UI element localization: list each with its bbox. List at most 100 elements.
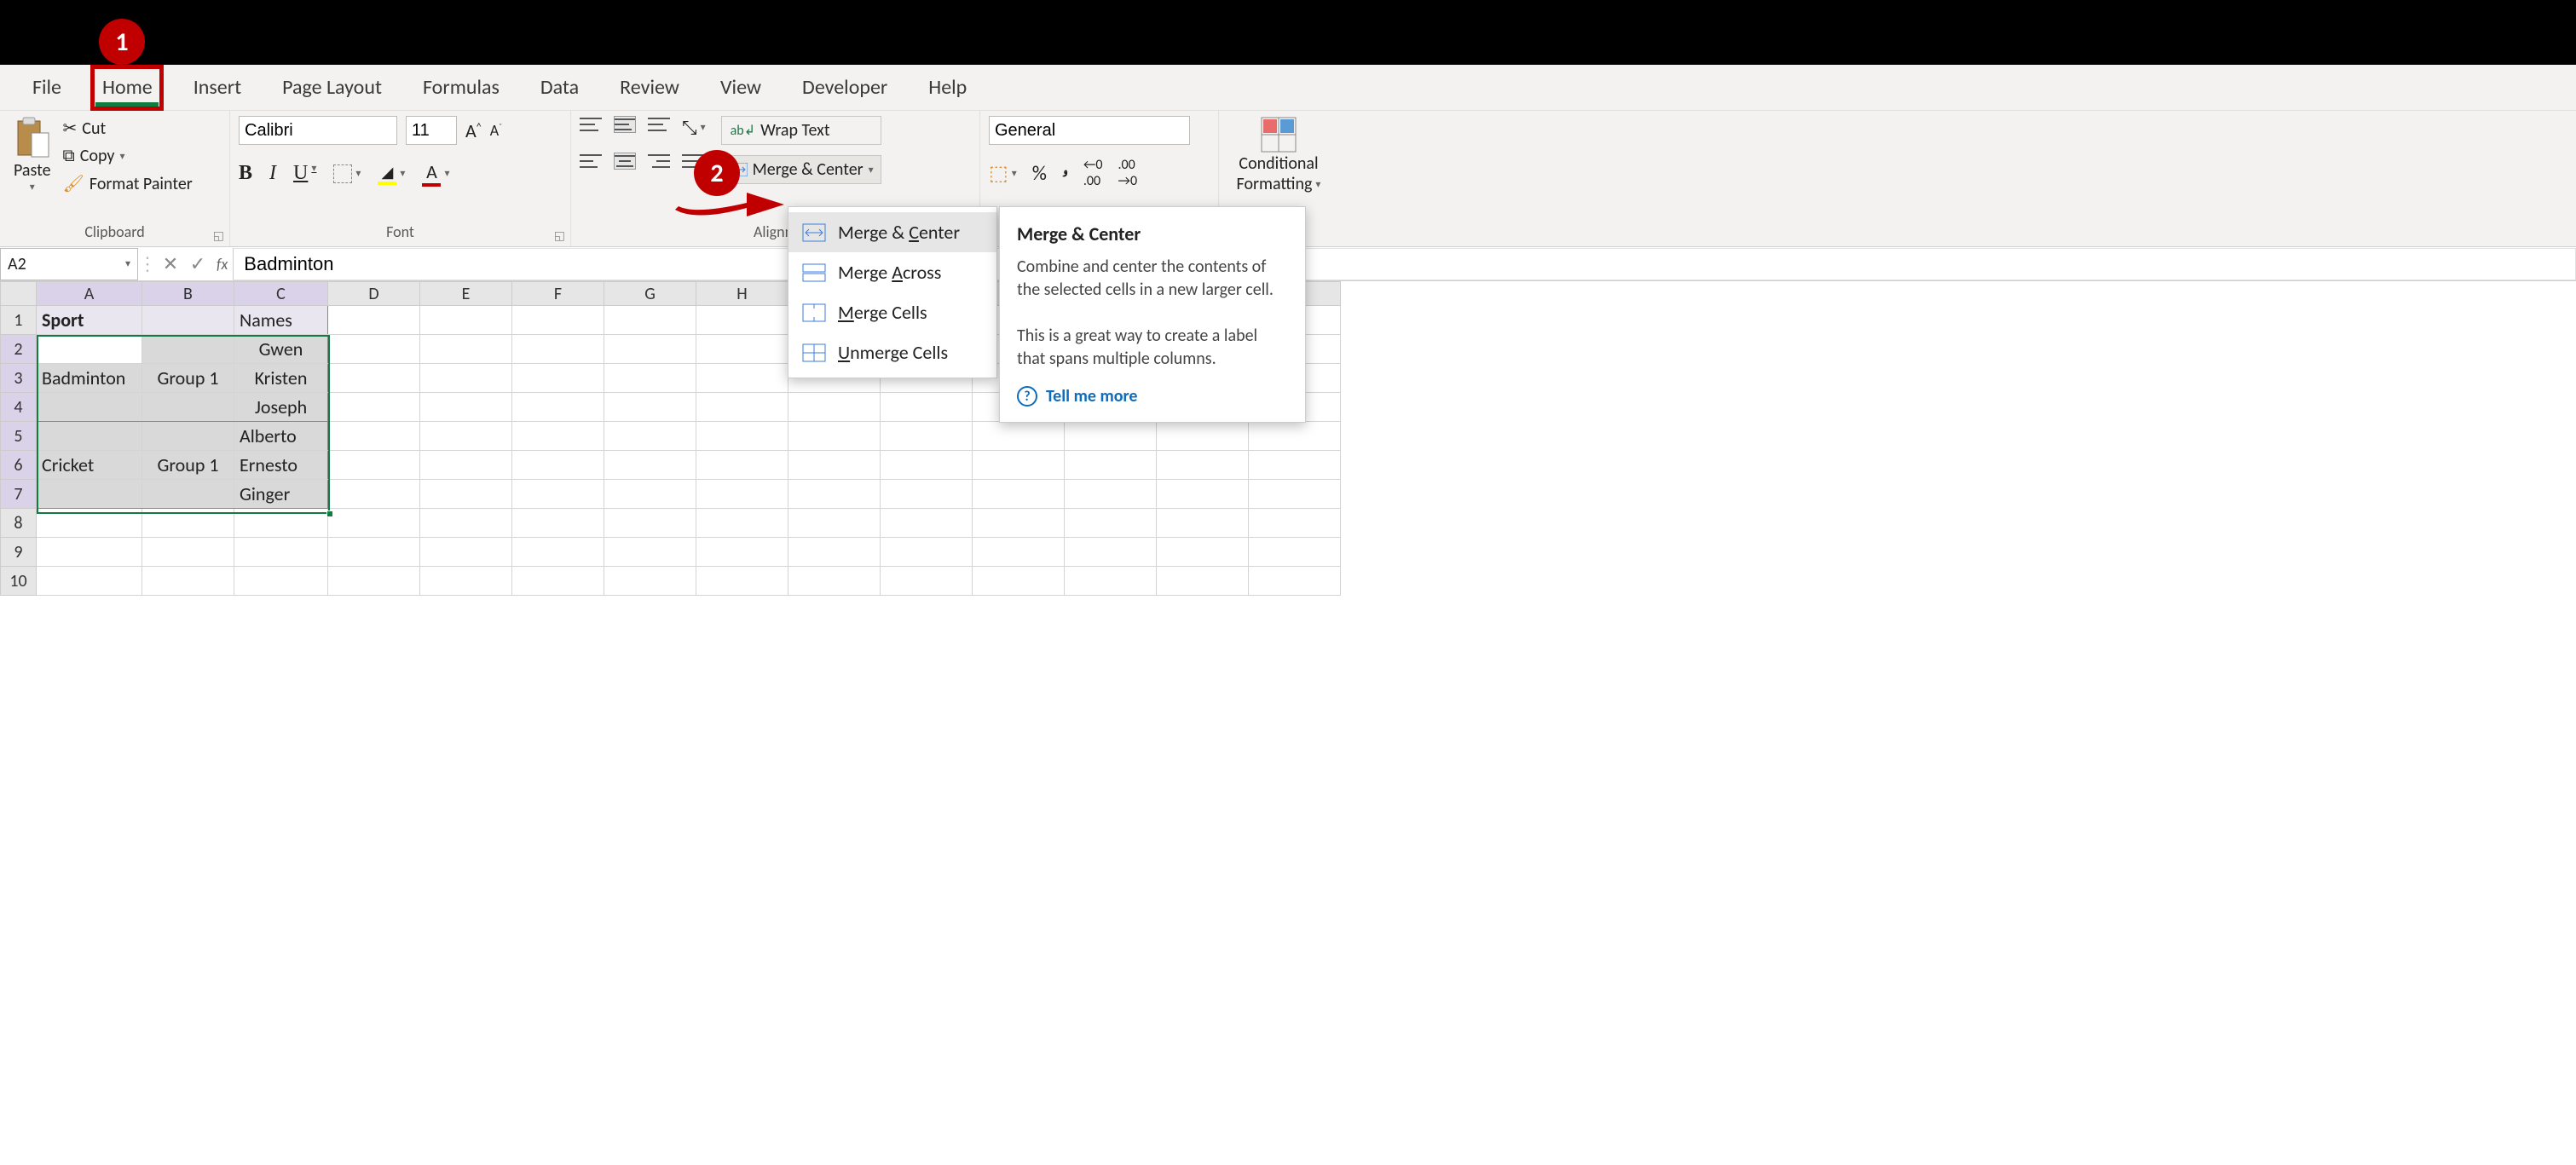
grid-cell[interactable] [234, 538, 328, 567]
grid-cell[interactable] [142, 480, 234, 509]
grid-cell[interactable] [1157, 567, 1249, 596]
column-header[interactable]: D [328, 282, 420, 306]
grid-cell[interactable] [1065, 538, 1157, 567]
row-header[interactable]: 7 [1, 480, 37, 509]
grid-cell[interactable] [328, 335, 420, 364]
decrease-font-icon[interactable]: Aˇ [490, 121, 502, 140]
grid-cell[interactable] [512, 567, 604, 596]
grid-cell[interactable] [881, 422, 973, 451]
grid-cell[interactable] [512, 393, 604, 422]
name-box[interactable]: A2 ▾ [0, 248, 138, 280]
grid-cell[interactable] [1249, 422, 1341, 451]
tab-view[interactable]: View [700, 68, 782, 107]
comma-style-button[interactable]: ۥ [1062, 159, 1068, 188]
grid-cell[interactable] [328, 364, 420, 393]
align-bottom-icon[interactable] [648, 116, 670, 133]
tell-me-more-link[interactable]: ? Tell me more [1017, 386, 1288, 407]
grid-cell[interactable] [1065, 509, 1157, 538]
grid-cell[interactable] [420, 538, 512, 567]
grid-cell[interactable] [973, 567, 1065, 596]
grid-cell[interactable] [1157, 480, 1249, 509]
grid-cell[interactable] [37, 480, 142, 509]
grid-cell[interactable]: Badminton [37, 364, 142, 393]
column-header[interactable]: F [512, 282, 604, 306]
italic-button[interactable]: I [269, 162, 276, 185]
tab-data[interactable]: Data [520, 68, 599, 107]
column-header[interactable]: A [37, 282, 142, 306]
grid-cell[interactable] [420, 480, 512, 509]
grid-cell[interactable] [696, 306, 788, 335]
wrap-text-button[interactable]: ab↲ Wrap Text [721, 116, 881, 145]
grid-cell[interactable] [881, 451, 973, 480]
grid-cell[interactable] [696, 567, 788, 596]
grid-cell[interactable] [696, 364, 788, 393]
grid-cell[interactable] [788, 480, 881, 509]
grid-cell[interactable] [420, 364, 512, 393]
grid-cell[interactable] [512, 335, 604, 364]
accounting-format-button[interactable]: ⬚▾ [989, 161, 1017, 186]
align-top-icon[interactable] [580, 116, 602, 133]
grid-cell[interactable] [1065, 422, 1157, 451]
dialog-launcher-icon[interactable]: ◱ [554, 228, 565, 243]
grid-cell[interactable] [1065, 480, 1157, 509]
grid-cell[interactable] [328, 393, 420, 422]
row-header[interactable]: 4 [1, 393, 37, 422]
number-format-combo[interactable] [989, 116, 1190, 145]
grid-cell[interactable] [420, 567, 512, 596]
grid-cell[interactable]: Ernesto [234, 451, 328, 480]
grid-cell[interactable] [788, 393, 881, 422]
grid-cell[interactable] [328, 451, 420, 480]
conditional-formatting-button[interactable]: Conditional Formatting ▾ [1227, 116, 1330, 194]
align-right-icon[interactable] [648, 153, 670, 170]
column-header[interactable]: G [604, 282, 696, 306]
grid-cell[interactable] [142, 393, 234, 422]
grid-cell[interactable] [420, 393, 512, 422]
grid-cell[interactable] [604, 480, 696, 509]
grid-cell[interactable] [604, 364, 696, 393]
grid-cell[interactable] [512, 422, 604, 451]
grid-cell[interactable] [1249, 567, 1341, 596]
grid-cell[interactable] [788, 422, 881, 451]
tab-insert[interactable]: Insert [173, 68, 262, 107]
grid-cell[interactable] [881, 538, 973, 567]
select-all-corner[interactable] [1, 282, 37, 306]
grid-cell[interactable] [142, 509, 234, 538]
underline-button[interactable]: U ▾ [293, 162, 316, 185]
column-header[interactable]: B [142, 282, 234, 306]
menu-item-merge-cells[interactable]: Merge Cells [788, 292, 996, 332]
menu-item-merge-across[interactable]: Merge Across [788, 252, 996, 292]
align-middle-icon[interactable] [614, 116, 636, 133]
grid-cell[interactable] [1249, 480, 1341, 509]
grid-cell[interactable]: Group 1 [142, 451, 234, 480]
menu-item-unmerge-cells[interactable]: Unmerge Cells [788, 332, 996, 372]
tab-page-layout[interactable]: Page Layout [262, 68, 402, 107]
grid-cell[interactable] [788, 538, 881, 567]
grid-cell[interactable] [1065, 451, 1157, 480]
grid-cell[interactable] [1065, 567, 1157, 596]
percent-button[interactable]: % [1032, 161, 1047, 186]
tab-formulas[interactable]: Formulas [402, 68, 520, 107]
grid-cell[interactable] [604, 567, 696, 596]
fx-icon[interactable]: fx [211, 255, 233, 274]
dialog-launcher-icon[interactable]: ◱ [213, 228, 224, 243]
grid-cell[interactable] [420, 451, 512, 480]
row-header[interactable]: 5 [1, 422, 37, 451]
font-size-combo[interactable] [406, 116, 457, 145]
grid-cell[interactable] [1157, 509, 1249, 538]
cut-button[interactable]: ✂ Cut [63, 118, 193, 139]
grid-cell[interactable]: Kristen [234, 364, 328, 393]
grid-cell[interactable] [420, 306, 512, 335]
grid-cell[interactable] [37, 509, 142, 538]
grid-cell[interactable] [1157, 422, 1249, 451]
grid-cell[interactable]: Group 1 [142, 364, 234, 393]
grid-cell[interactable]: Sport [37, 306, 142, 335]
font-name-combo[interactable] [239, 116, 397, 145]
grid-cell[interactable] [973, 480, 1065, 509]
grid-cell[interactable] [420, 422, 512, 451]
tab-help[interactable]: Help [908, 68, 987, 107]
grid-cell[interactable] [328, 306, 420, 335]
grid-cell[interactable] [881, 509, 973, 538]
grid-cell[interactable]: Gwen [234, 335, 328, 364]
grid-cell[interactable] [512, 364, 604, 393]
grid-cell[interactable] [696, 509, 788, 538]
